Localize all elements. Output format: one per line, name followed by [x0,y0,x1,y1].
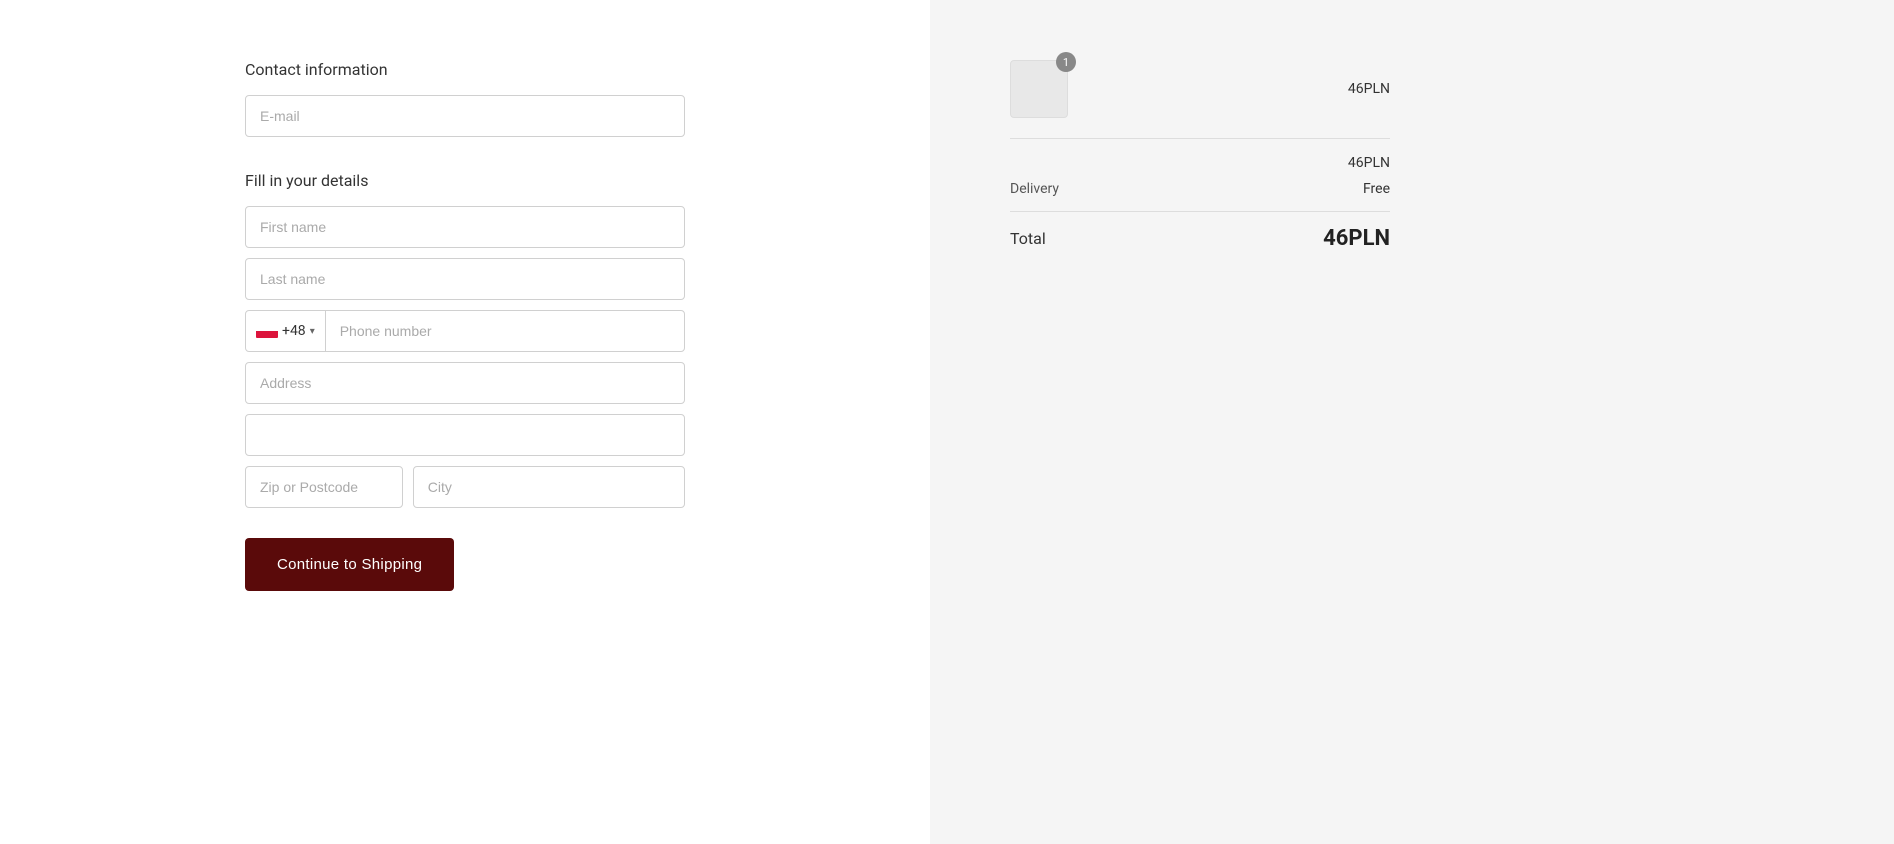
phone-prefix-selector[interactable]: +48 ▾ [246,311,326,351]
address-field[interactable] [245,362,685,404]
left-panel: Contact information Fill in your details… [0,0,930,844]
delivery-value: Free [1363,181,1390,197]
contact-section-title: Contact information [245,60,685,79]
product-badge: 1 [1056,52,1076,72]
product-price: 46PLN [1348,81,1390,97]
first-name-field[interactable] [245,206,685,248]
last-name-field[interactable] [245,258,685,300]
subtotal-value: 46PLN [1348,155,1390,171]
details-section-title: Fill in your details [245,171,685,190]
country-field[interactable]: Poland [245,414,685,456]
right-panel: 1 46PLN 46PLN Delivery Free Total 46PLN [930,0,1894,844]
order-summary: 1 46PLN 46PLN Delivery Free Total 46PLN [1010,60,1390,251]
chevron-down-icon: ▾ [310,326,315,337]
product-row: 1 46PLN [1010,60,1390,118]
delivery-row: Delivery Free [1010,181,1390,197]
product-thumbnail-wrapper: 1 [1010,60,1068,118]
continue-to-shipping-button[interactable]: Continue to Shipping [245,538,454,591]
total-row: Total 46PLN [1010,211,1390,251]
total-amount: 46PLN [1323,226,1390,251]
phone-number-field[interactable] [326,311,684,351]
phone-row: +48 ▾ [245,310,685,352]
city-field[interactable] [413,466,685,508]
country-code: +48 [282,323,306,339]
zip-city-row [245,466,685,508]
total-label: Total [1010,229,1046,248]
subtotal-row: 46PLN [1010,155,1390,171]
flag-icon [256,324,278,338]
delivery-label: Delivery [1010,181,1059,197]
email-field[interactable] [245,95,685,137]
form-container: Contact information Fill in your details… [245,60,685,784]
zip-field[interactable] [245,466,403,508]
divider-1 [1010,138,1390,139]
